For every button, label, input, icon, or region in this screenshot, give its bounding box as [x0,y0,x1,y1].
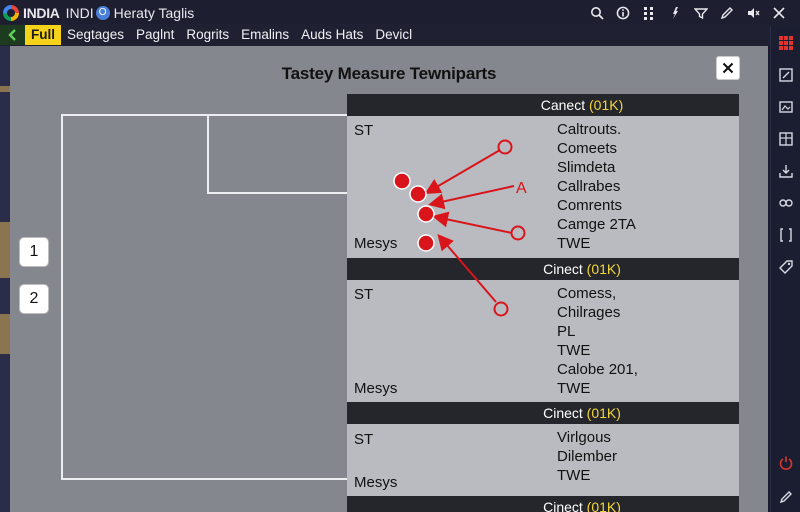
menu-item-rogrits[interactable]: Rogrits [180,25,235,45]
image-icon[interactable] [777,98,795,116]
measure-dialog: Tastey Measure Tewniparts 1 2 Canect (01… [10,46,768,512]
group-values: Comess, Chilrages PL TWE Calobe 201, TWE [557,284,638,398]
list-item: Slimdeta [557,159,616,176]
list-item: TWE [557,467,591,484]
group-left-top: ST [354,122,374,139]
group-values: Caltrouts. Comeets Slimdeta Callrabes Co… [557,120,636,253]
mute-icon[interactable] [745,6,760,21]
group-header[interactable]: Canect (01K) [347,94,739,116]
grid-icon[interactable] [641,6,656,21]
group-left-bottom: Mesys [354,380,398,397]
menu-item-segtages[interactable]: Segtages [61,25,130,45]
left-strip-segment [0,314,10,354]
titlebar-icons [589,0,786,26]
window-title: Heraty Taglis [113,5,195,21]
pin-icon[interactable] [667,6,682,21]
canvas-inner-region [207,114,361,194]
dialog-title: Tastey Measure Tewniparts [281,64,497,83]
group-header[interactable]: Cinect (01K) [347,258,739,280]
chevron-left-icon [7,29,16,41]
close-icon[interactable] [771,6,786,21]
group-header-label: Cinect [543,261,583,277]
list-item: Comess, [557,285,617,302]
info-icon[interactable] [615,6,630,21]
group-left-top: ST [354,286,374,303]
menu-bar: Full Segtages Paglnt Rogrits Emalins Aud… [0,24,770,46]
menu-item-emalins[interactable]: Emalins [235,25,295,45]
menu-item-paglnt[interactable]: Paglnt [130,25,180,45]
list-item: Virlgous [557,429,611,446]
group-values: Virlgous Dilember TWE [557,428,617,485]
list-item: Callrabes [557,178,621,195]
app-badge-icon: O [95,6,110,20]
data-panel: Canect (01K) ST Mesys Caltrouts. Comeets… [347,94,739,512]
group-header-note: (01K) [586,499,621,512]
group-header[interactable]: Cinect (01K) [347,496,739,512]
list-item: Camge 2TA [557,216,636,233]
left-strip-segment [0,86,10,92]
group-header-label: Canect [540,97,586,113]
list-item: Comrents [557,197,623,214]
list-item: Comeets [557,140,618,157]
group-header-note: (01K) [586,405,621,421]
pencil-icon[interactable] [777,488,795,506]
menu-item-auds-hats[interactable]: Auds Hats [295,25,369,45]
app-name: INDIA [23,5,60,21]
group-header-label: Cinect [543,499,583,512]
group-header-label: Cinect [543,405,583,421]
menu-item-devicl[interactable]: Devicl [369,25,418,45]
grid-red-icon[interactable] [777,34,795,52]
menu-item-full[interactable]: Full [25,25,61,45]
link-icon[interactable] [777,194,795,212]
left-strip-segment [0,222,10,278]
resize-icon[interactable] [777,66,795,84]
list-item: TWE [557,380,591,397]
list-item: TWE [557,235,591,252]
list-item: PL [557,323,576,340]
app-window: INDIA INDI O Heraty Taglis Full Segtages… [0,0,800,512]
list-item: Dilember [557,448,618,465]
list-item: Caltrouts. [557,121,622,138]
table-icon[interactable] [777,130,795,148]
step-2-button[interactable]: 2 [19,284,49,314]
dialog-close-button[interactable] [716,56,740,80]
back-button[interactable] [0,25,25,45]
brand-logo [3,5,19,21]
download-icon[interactable] [777,162,795,180]
left-edge-strip [0,46,10,512]
group-left-bottom: Mesys [354,474,398,491]
step-1-button[interactable]: 1 [19,237,49,267]
group-left-top: ST [354,431,374,448]
list-item: TWE [557,342,591,359]
group-left-bottom: Mesys [354,235,398,252]
bracket-icon[interactable] [777,226,795,244]
edit-icon[interactable] [719,6,734,21]
list-item: Chilrages [557,304,621,321]
power-icon[interactable] [777,454,795,472]
filter-icon[interactable] [693,6,708,21]
app-secondary-name: INDI [65,5,94,21]
search-icon[interactable] [589,6,604,21]
list-item: Calobe 201, [557,361,638,378]
close-icon [722,62,734,74]
title-bar: INDIA INDI O Heraty Taglis [0,0,800,26]
group-header[interactable]: Cinect (01K) [347,402,739,424]
group-header-note: (01K) [586,261,621,277]
group-header-note: (01K) [589,97,624,113]
right-sidebar [770,26,800,512]
tag-icon[interactable] [777,258,795,276]
